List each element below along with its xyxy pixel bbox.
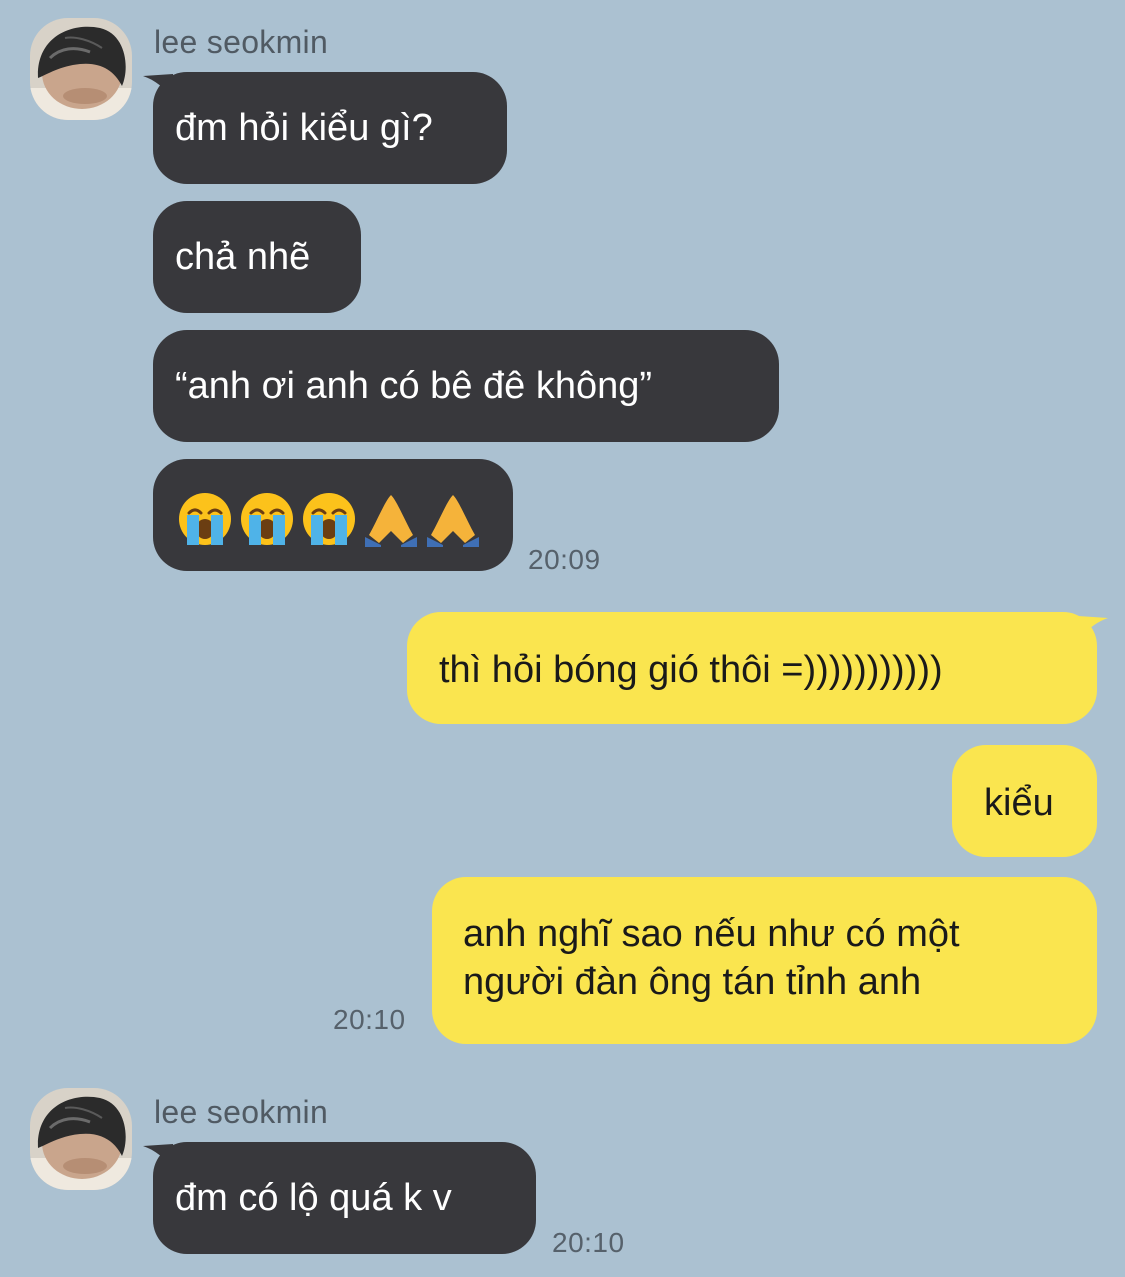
message-time: 20:10	[333, 1004, 406, 1035]
loudly-crying-face-icon	[303, 493, 355, 545]
folded-hands-icon	[365, 495, 417, 547]
message-line: người đàn ông tán tỉnh anh	[463, 961, 922, 1003]
message-bubble-incoming[interactable]: đm có lộ quá k v	[153, 1142, 536, 1254]
message-line: anh nghĩ sao nếu như có một	[463, 913, 960, 955]
loudly-crying-face-icon	[179, 493, 231, 545]
folded-hands-icon	[427, 495, 479, 547]
message-time: 20:10	[552, 1227, 625, 1258]
message-bubble-outgoing[interactable]: thì hỏi bóng gió thôi =)))))))))))	[407, 612, 1097, 724]
message-bubble-incoming[interactable]	[153, 459, 513, 571]
loudly-crying-face-icon	[241, 493, 293, 545]
message-bubble-incoming[interactable]: “anh ơi anh có bê đê không”	[153, 330, 779, 442]
sender-name: lee seokmin	[154, 1094, 329, 1130]
message-bubble-outgoing[interactable]: anh nghĩ sao nếu như có một người đàn ôn…	[432, 877, 1097, 1044]
message-time: 20:09	[528, 544, 601, 575]
message-bubble-incoming[interactable]: chả nhẽ	[153, 201, 361, 313]
contact-avatar[interactable]	[30, 18, 132, 120]
contact-avatar[interactable]	[30, 1088, 132, 1190]
emoji-row	[177, 485, 513, 547]
sender-name: lee seokmin	[154, 24, 329, 60]
message-bubble-outgoing[interactable]: kiểu	[952, 745, 1097, 857]
message-bubble-incoming[interactable]: đm hỏi kiểu gì?	[153, 72, 507, 184]
